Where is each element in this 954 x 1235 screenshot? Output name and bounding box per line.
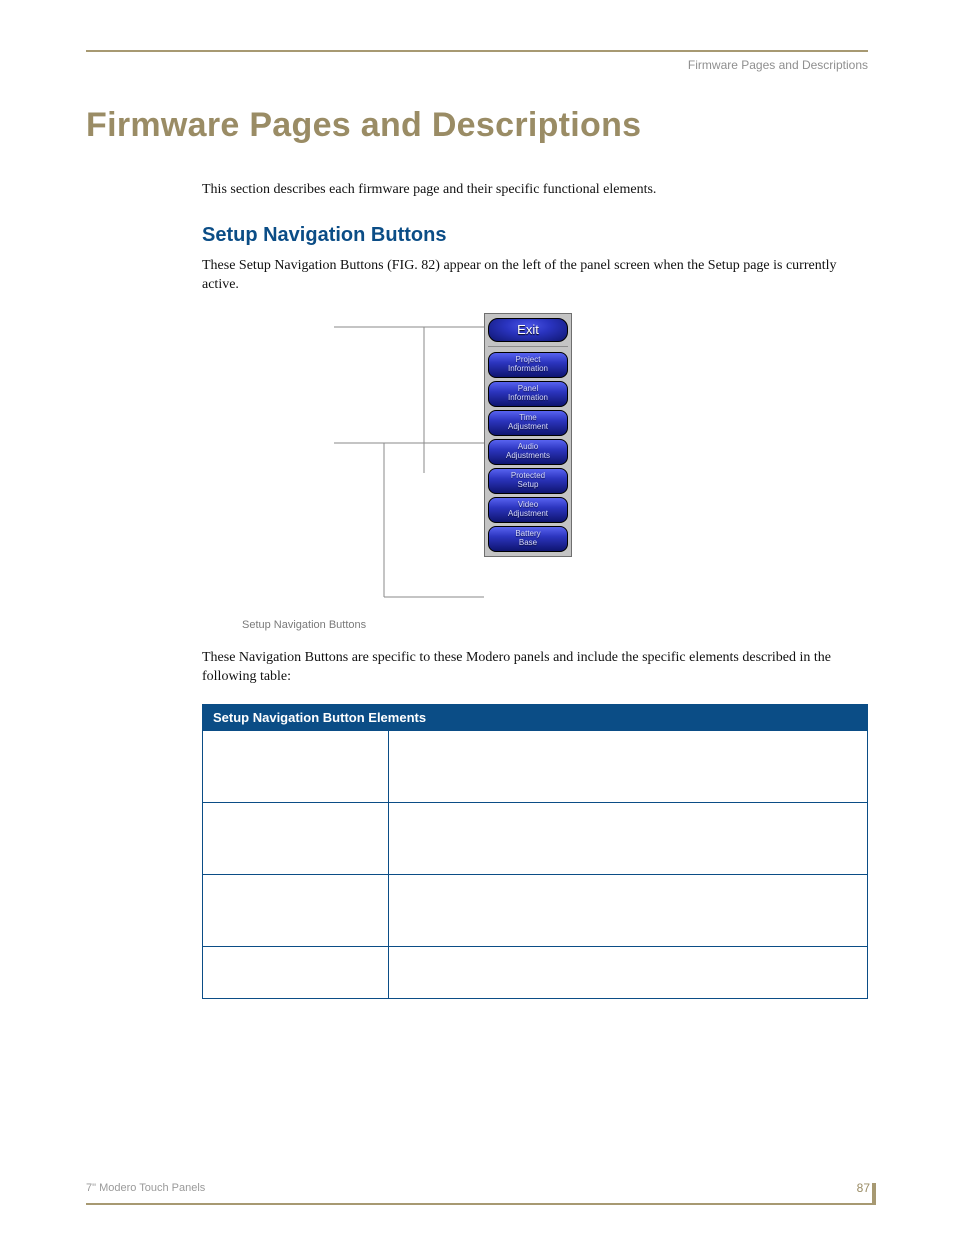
page: Firmware Pages and Descriptions Firmware… xyxy=(0,0,954,1235)
nav-button-label: Protected Setup xyxy=(511,472,545,489)
nav-button-project-information[interactable]: Project Information xyxy=(488,352,568,378)
table-row xyxy=(203,875,868,947)
footer-rule xyxy=(86,1203,876,1205)
table-cell xyxy=(389,947,868,999)
table-cell xyxy=(389,803,868,875)
table-cell xyxy=(203,875,389,947)
nav-button-label: Video Adjustment xyxy=(508,501,548,518)
exit-button[interactable]: Exit xyxy=(488,318,568,342)
table-cell xyxy=(203,947,389,999)
section-paragraph-2: These Navigation Buttons are specific to… xyxy=(202,649,868,687)
intro-paragraph: This section describes each firmware pag… xyxy=(202,181,868,200)
nav-panel: Exit Project Information Panel Informati… xyxy=(484,313,572,557)
nav-button-label: Battery Base xyxy=(515,530,540,547)
section-paragraph-1: These Setup Navigation Buttons (FIG. 82)… xyxy=(202,257,868,295)
table-row xyxy=(203,947,868,999)
nav-button-audio-adjustments[interactable]: Audio Adjustments xyxy=(488,439,568,465)
nav-button-label: Audio Adjustments xyxy=(506,443,550,460)
footer-left: 7" Modero Touch Panels xyxy=(86,1182,205,1194)
table-cell xyxy=(203,803,389,875)
nav-button-video-adjustment[interactable]: Video Adjustment xyxy=(488,497,568,523)
table-header-row: Setup Navigation Button Elements xyxy=(203,705,868,731)
page-title: Firmware Pages and Descriptions xyxy=(86,106,868,145)
table-cell xyxy=(389,875,868,947)
nav-button-time-adjustment[interactable]: Time Adjustment xyxy=(488,410,568,436)
nav-button-protected-setup[interactable]: Protected Setup xyxy=(488,468,568,494)
footer: 7" Modero Touch Panels 87 xyxy=(86,1181,876,1195)
nav-button-label: Panel Information xyxy=(508,385,548,402)
table-cell xyxy=(203,731,389,803)
figure-caption: Setup Navigation Buttons xyxy=(242,619,868,631)
table-header: Setup Navigation Button Elements xyxy=(203,705,868,731)
nav-button-panel-information[interactable]: Panel Information xyxy=(488,381,568,407)
body-block: This section describes each firmware pag… xyxy=(202,181,868,999)
running-head: Firmware Pages and Descriptions xyxy=(86,58,868,72)
figure: Exit Project Information Panel Informati… xyxy=(202,313,868,613)
nav-button-label: Project Information xyxy=(508,356,548,373)
nav-button-battery-base[interactable]: Battery Base xyxy=(488,526,568,552)
table-row xyxy=(203,803,868,875)
table-row xyxy=(203,731,868,803)
section-heading: Setup Navigation Buttons xyxy=(202,224,868,247)
elements-table: Setup Navigation Button Elements xyxy=(202,704,868,999)
footer-tab xyxy=(872,1183,876,1203)
nav-divider xyxy=(488,346,568,347)
callout-lines xyxy=(334,313,484,603)
nav-button-label: Time Adjustment xyxy=(508,414,548,431)
top-rule xyxy=(86,50,868,52)
table-cell xyxy=(389,731,868,803)
